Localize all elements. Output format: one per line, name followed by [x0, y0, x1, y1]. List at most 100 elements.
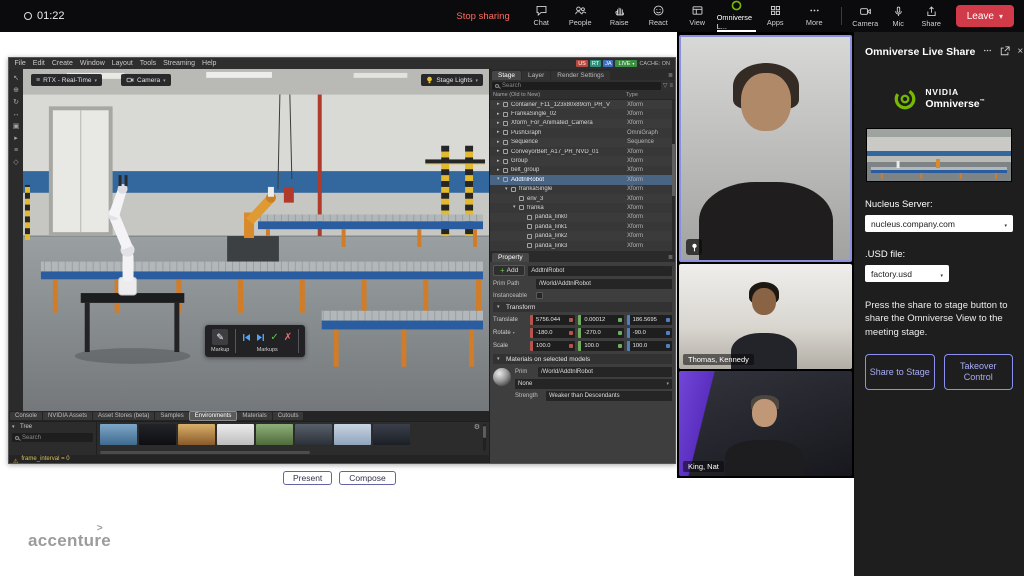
- instanceable-checkbox[interactable]: [536, 292, 543, 299]
- move-tool-icon[interactable]: ⊕: [13, 87, 19, 94]
- tab-asset-stores[interactable]: Asset Stores (beta): [93, 412, 154, 420]
- translate-x-field[interactable]: 5756.044: [530, 315, 575, 325]
- table-row[interactable]: GroupXform: [490, 156, 675, 165]
- tab-property[interactable]: Property: [492, 253, 529, 262]
- environment-thumbnail[interactable]: [334, 424, 371, 445]
- menu-file[interactable]: File: [11, 60, 29, 67]
- browser-tree-toggle[interactable]: Tree: [12, 424, 93, 430]
- share-to-stage-button[interactable]: Share to Stage: [865, 354, 935, 390]
- renderer-selector[interactable]: RTX - Real-Time: [31, 74, 102, 86]
- rotate-order-caret-icon[interactable]: [513, 330, 515, 336]
- environment-thumbnail[interactable]: [256, 424, 293, 445]
- tab-environments[interactable]: Environments: [190, 412, 237, 420]
- toolbar-more[interactable]: More: [795, 0, 834, 32]
- prim-path-field[interactable]: /World/AddtnlRobot: [536, 279, 672, 289]
- rotate-y-field[interactable]: -270.0: [578, 328, 623, 338]
- scale-x-field[interactable]: 100.0: [530, 341, 575, 351]
- table-row[interactable]: frankaSingleXform: [490, 185, 675, 194]
- menu-edit[interactable]: Edit: [29, 60, 48, 67]
- browser-settings-gear-icon[interactable]: [474, 424, 480, 431]
- name-column-header[interactable]: Name (Old to New): [493, 92, 626, 98]
- environment-thumbnail[interactable]: [295, 424, 332, 445]
- markup-pencil-icon[interactable]: [212, 329, 228, 345]
- browser-search-input[interactable]: Search: [12, 433, 93, 442]
- menu-tools[interactable]: Tools: [136, 60, 159, 67]
- viewport-3d-scene[interactable]: [23, 69, 489, 411]
- environment-thumbnail[interactable]: [100, 424, 137, 445]
- environment-thumbnail[interactable]: [373, 424, 410, 445]
- table-row[interactable]: panda_link3Xform: [490, 241, 675, 250]
- participant-video[interactable]: King, Nat: [679, 371, 852, 476]
- toolbar-raise-hand[interactable]: Raise: [600, 0, 639, 32]
- tab-samples[interactable]: Samples: [155, 412, 188, 420]
- scale-z-field[interactable]: 100.0: [627, 341, 672, 351]
- leave-options-caret-icon[interactable]: [999, 11, 1003, 22]
- tab-layer[interactable]: Layer: [522, 71, 550, 80]
- compose-button[interactable]: Compose: [339, 471, 395, 485]
- materials-section-header[interactable]: Materials on selected models: [493, 354, 672, 364]
- live-badge[interactable]: LIVE: [615, 60, 637, 67]
- layers-tool-icon[interactable]: ≡: [14, 147, 18, 154]
- filter-icon[interactable]: ▽: [663, 83, 668, 89]
- toolbar-view[interactable]: View: [678, 0, 717, 32]
- browser-horizontal-scrollbar[interactable]: [100, 451, 310, 454]
- material-dropdown[interactable]: None: [515, 379, 672, 389]
- add-property-button[interactable]: Add: [493, 265, 525, 276]
- pop-out-icon[interactable]: [1000, 46, 1010, 59]
- misc-tool-icon[interactable]: ◇: [13, 159, 18, 166]
- environment-thumbnail[interactable]: [217, 424, 254, 445]
- table-row[interactable]: Xform_For_Animated_CameraXform: [490, 119, 675, 128]
- material-prim-field[interactable]: /World/AddtnlRobot: [538, 367, 672, 377]
- property-options-icon[interactable]: ≣: [668, 255, 673, 261]
- transform-section-header[interactable]: Transform: [493, 302, 672, 312]
- table-row[interactable]: belt_groupXform: [490, 166, 675, 175]
- reject-markup-icon[interactable]: [284, 332, 292, 343]
- next-markup-icon[interactable]: [256, 333, 265, 342]
- toolbar-omniverse-app[interactable]: Omniverse L...: [717, 0, 756, 32]
- rotate-tool-icon[interactable]: ↻: [13, 99, 19, 106]
- table-row[interactable]: frankaXform: [490, 203, 675, 212]
- translate-y-field[interactable]: 0.00012: [578, 315, 623, 325]
- menu-create[interactable]: Create: [48, 60, 76, 67]
- menu-streaming[interactable]: Streaming: [160, 60, 199, 67]
- stage-lights-button[interactable]: Stage Lights: [421, 74, 483, 86]
- table-row-selected[interactable]: AddtnlRobotXform: [490, 175, 675, 184]
- table-row[interactable]: ConveyorBelt_A17_PR_NVD_01Xform: [490, 147, 675, 156]
- camera-toggle[interactable]: Camera: [849, 0, 882, 32]
- strength-field[interactable]: Weaker than Descendants: [546, 391, 672, 401]
- tab-console[interactable]: Console: [10, 412, 42, 420]
- present-button[interactable]: Present: [283, 471, 332, 485]
- table-row[interactable]: Container_F11_123x80x89cm_PR_VXform: [490, 100, 675, 109]
- panel-more-icon[interactable]: [982, 45, 993, 59]
- mic-toggle[interactable]: Mic: [882, 0, 915, 32]
- environment-thumbnail[interactable]: [178, 424, 215, 445]
- menu-window[interactable]: Window: [76, 60, 108, 67]
- translate-z-field[interactable]: 186.5695: [627, 315, 672, 325]
- table-row[interactable]: PushGraphOmniGraph: [490, 128, 675, 137]
- rotate-z-field[interactable]: -90.0: [627, 328, 672, 338]
- menu-layout[interactable]: Layout: [108, 60, 136, 67]
- type-column-header[interactable]: Type: [626, 92, 672, 98]
- list-options-icon[interactable]: ≡: [669, 83, 673, 89]
- toolbar-chat[interactable]: Chat: [522, 0, 561, 32]
- menu-help[interactable]: Help: [199, 60, 220, 67]
- participant-video-pinned[interactable]: [679, 35, 852, 262]
- approve-markup-icon[interactable]: [270, 332, 278, 343]
- select-tool-icon[interactable]: ↖: [13, 75, 19, 82]
- table-row[interactable]: panda_link0Xform: [490, 213, 675, 222]
- nucleus-server-select[interactable]: nucleus.company.com: [865, 215, 1013, 232]
- panel-options-icon[interactable]: ≣: [668, 73, 673, 79]
- tab-stage[interactable]: Stage: [492, 71, 521, 80]
- toolbar-people[interactable]: People: [561, 0, 600, 32]
- tab-render-settings[interactable]: Render Settings: [551, 71, 610, 80]
- toolbar-apps[interactable]: Apps: [756, 0, 795, 32]
- snap-tool-icon[interactable]: ▣: [13, 123, 20, 130]
- tab-nvidia-assets[interactable]: NVIDIA Assets: [43, 412, 92, 420]
- table-row[interactable]: FrankaSingle_02Xform: [490, 109, 675, 118]
- prim-name-field[interactable]: AddtnlRobot: [528, 266, 672, 276]
- tree-scrollbar[interactable]: [672, 100, 675, 251]
- play-tool-icon[interactable]: ▸: [14, 135, 18, 142]
- toolbar-react[interactable]: React: [639, 0, 678, 32]
- tab-cutouts[interactable]: Cutouts: [273, 412, 304, 420]
- usd-file-select[interactable]: factory.usd: [865, 265, 949, 282]
